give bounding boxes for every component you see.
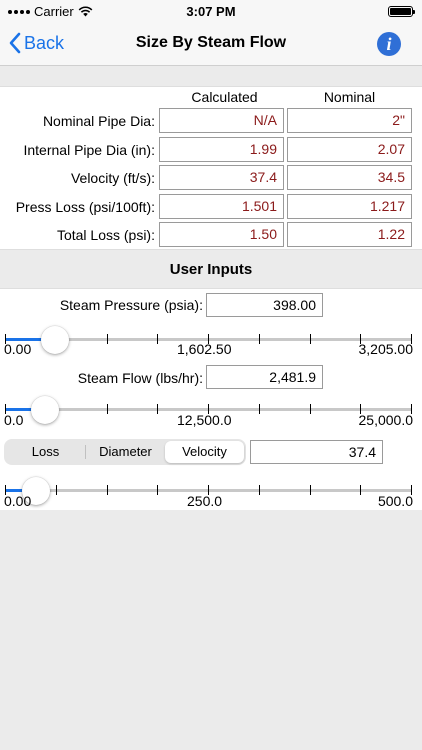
nominal-value: 1.217 [287, 194, 412, 219]
navigation-bar: Back Size By Steam Flow i [0, 22, 422, 66]
pressure-max-label: 3,205.00 [358, 341, 414, 357]
segment-velocity[interactable]: Velocity [165, 441, 244, 463]
slider-tick [157, 334, 159, 344]
calculated-value: 1.501 [159, 194, 284, 219]
info-icon[interactable]: i [377, 32, 401, 56]
steam-flow-input[interactable]: 2,481.9 [206, 365, 323, 389]
result-row: Total Loss (psi): 1.50 1.22 [0, 222, 422, 248]
row-label: Internal Pipe Dia (in): [23, 142, 155, 158]
slider-tick [106, 334, 108, 344]
calculated-value: 37.4 [159, 165, 284, 190]
status-bar: Carrier 3:07 PM [0, 0, 422, 22]
nominal-value: 34.5 [287, 165, 412, 190]
slider-tick [157, 404, 159, 414]
pressure-mid-label: 1,602.50 [177, 341, 232, 357]
slider-tick [309, 334, 311, 344]
sizing-mode-segmented-control[interactable]: Loss Diameter Velocity [4, 439, 246, 465]
criteria-mid-label: 250.0 [187, 493, 223, 509]
slider-tick [309, 404, 311, 414]
nominal-value: 2" [287, 108, 412, 133]
row-label: Nominal Pipe Dia: [42, 113, 155, 129]
slider-tick [106, 485, 108, 495]
calculated-column-header: Calculated [191, 89, 258, 105]
nominal-value: 1.22 [287, 222, 412, 247]
slider-tick [309, 485, 311, 495]
slider-tick [258, 404, 260, 414]
slider-tick [157, 485, 159, 495]
nominal-column-header: Nominal [323, 89, 376, 105]
result-row: Velocity (ft/s): 37.4 34.5 [0, 165, 422, 191]
user-inputs-header: User Inputs [0, 252, 422, 288]
criteria-max-label: 500.0 [377, 493, 413, 509]
slider-tick [258, 485, 260, 495]
row-label: Velocity (ft/s): [70, 170, 155, 186]
user-inputs-panel: Steam Pressure (psia): 398.00 0.00 1,602… [0, 288, 422, 510]
calculated-value: N/A [159, 108, 284, 133]
clock: 3:07 PM [186, 4, 236, 19]
slider-tick [258, 334, 260, 344]
pressure-min-label: 0.00 [4, 341, 32, 357]
slider-tick [106, 404, 108, 414]
row-label: Press Loss (psi/100ft): [15, 199, 155, 215]
result-row: Press Loss (psi/100ft): 1.501 1.217 [0, 194, 422, 220]
calculated-value: 1.99 [159, 137, 284, 162]
slider-tick [55, 485, 57, 495]
battery-icon [388, 6, 415, 17]
flow-min-label: 0.0 [4, 412, 24, 428]
flow-mid-label: 12,500.0 [177, 412, 232, 428]
steam-flow-label: Steam Flow (lbs/hr): [77, 370, 203, 386]
steam-pressure-input[interactable]: 398.00 [206, 293, 323, 317]
calculated-value: 1.50 [159, 222, 284, 247]
slider-tick [360, 485, 362, 495]
steam-pressure-label: Steam Pressure (psia): [59, 297, 203, 313]
flow-max-label: 25,000.0 [358, 412, 414, 428]
result-row: Internal Pipe Dia (in): 1.99 2.07 [0, 137, 422, 163]
nominal-value: 2.07 [287, 137, 412, 162]
slider-thumb[interactable] [31, 396, 60, 424]
segment-loss[interactable]: Loss [6, 441, 85, 463]
row-label: Total Loss (psi): [56, 227, 155, 243]
criteria-min-label: 0.00 [4, 493, 32, 509]
segment-diameter[interactable]: Diameter [86, 441, 165, 463]
result-row: Nominal Pipe Dia: N/A 2" [0, 108, 422, 134]
criteria-input[interactable]: 37.4 [250, 440, 383, 464]
slider-thumb[interactable] [41, 326, 70, 354]
page-title: Size By Steam Flow [135, 34, 287, 51]
results-panel: Calculated Nominal Nominal Pipe Dia: N/A… [0, 86, 422, 250]
